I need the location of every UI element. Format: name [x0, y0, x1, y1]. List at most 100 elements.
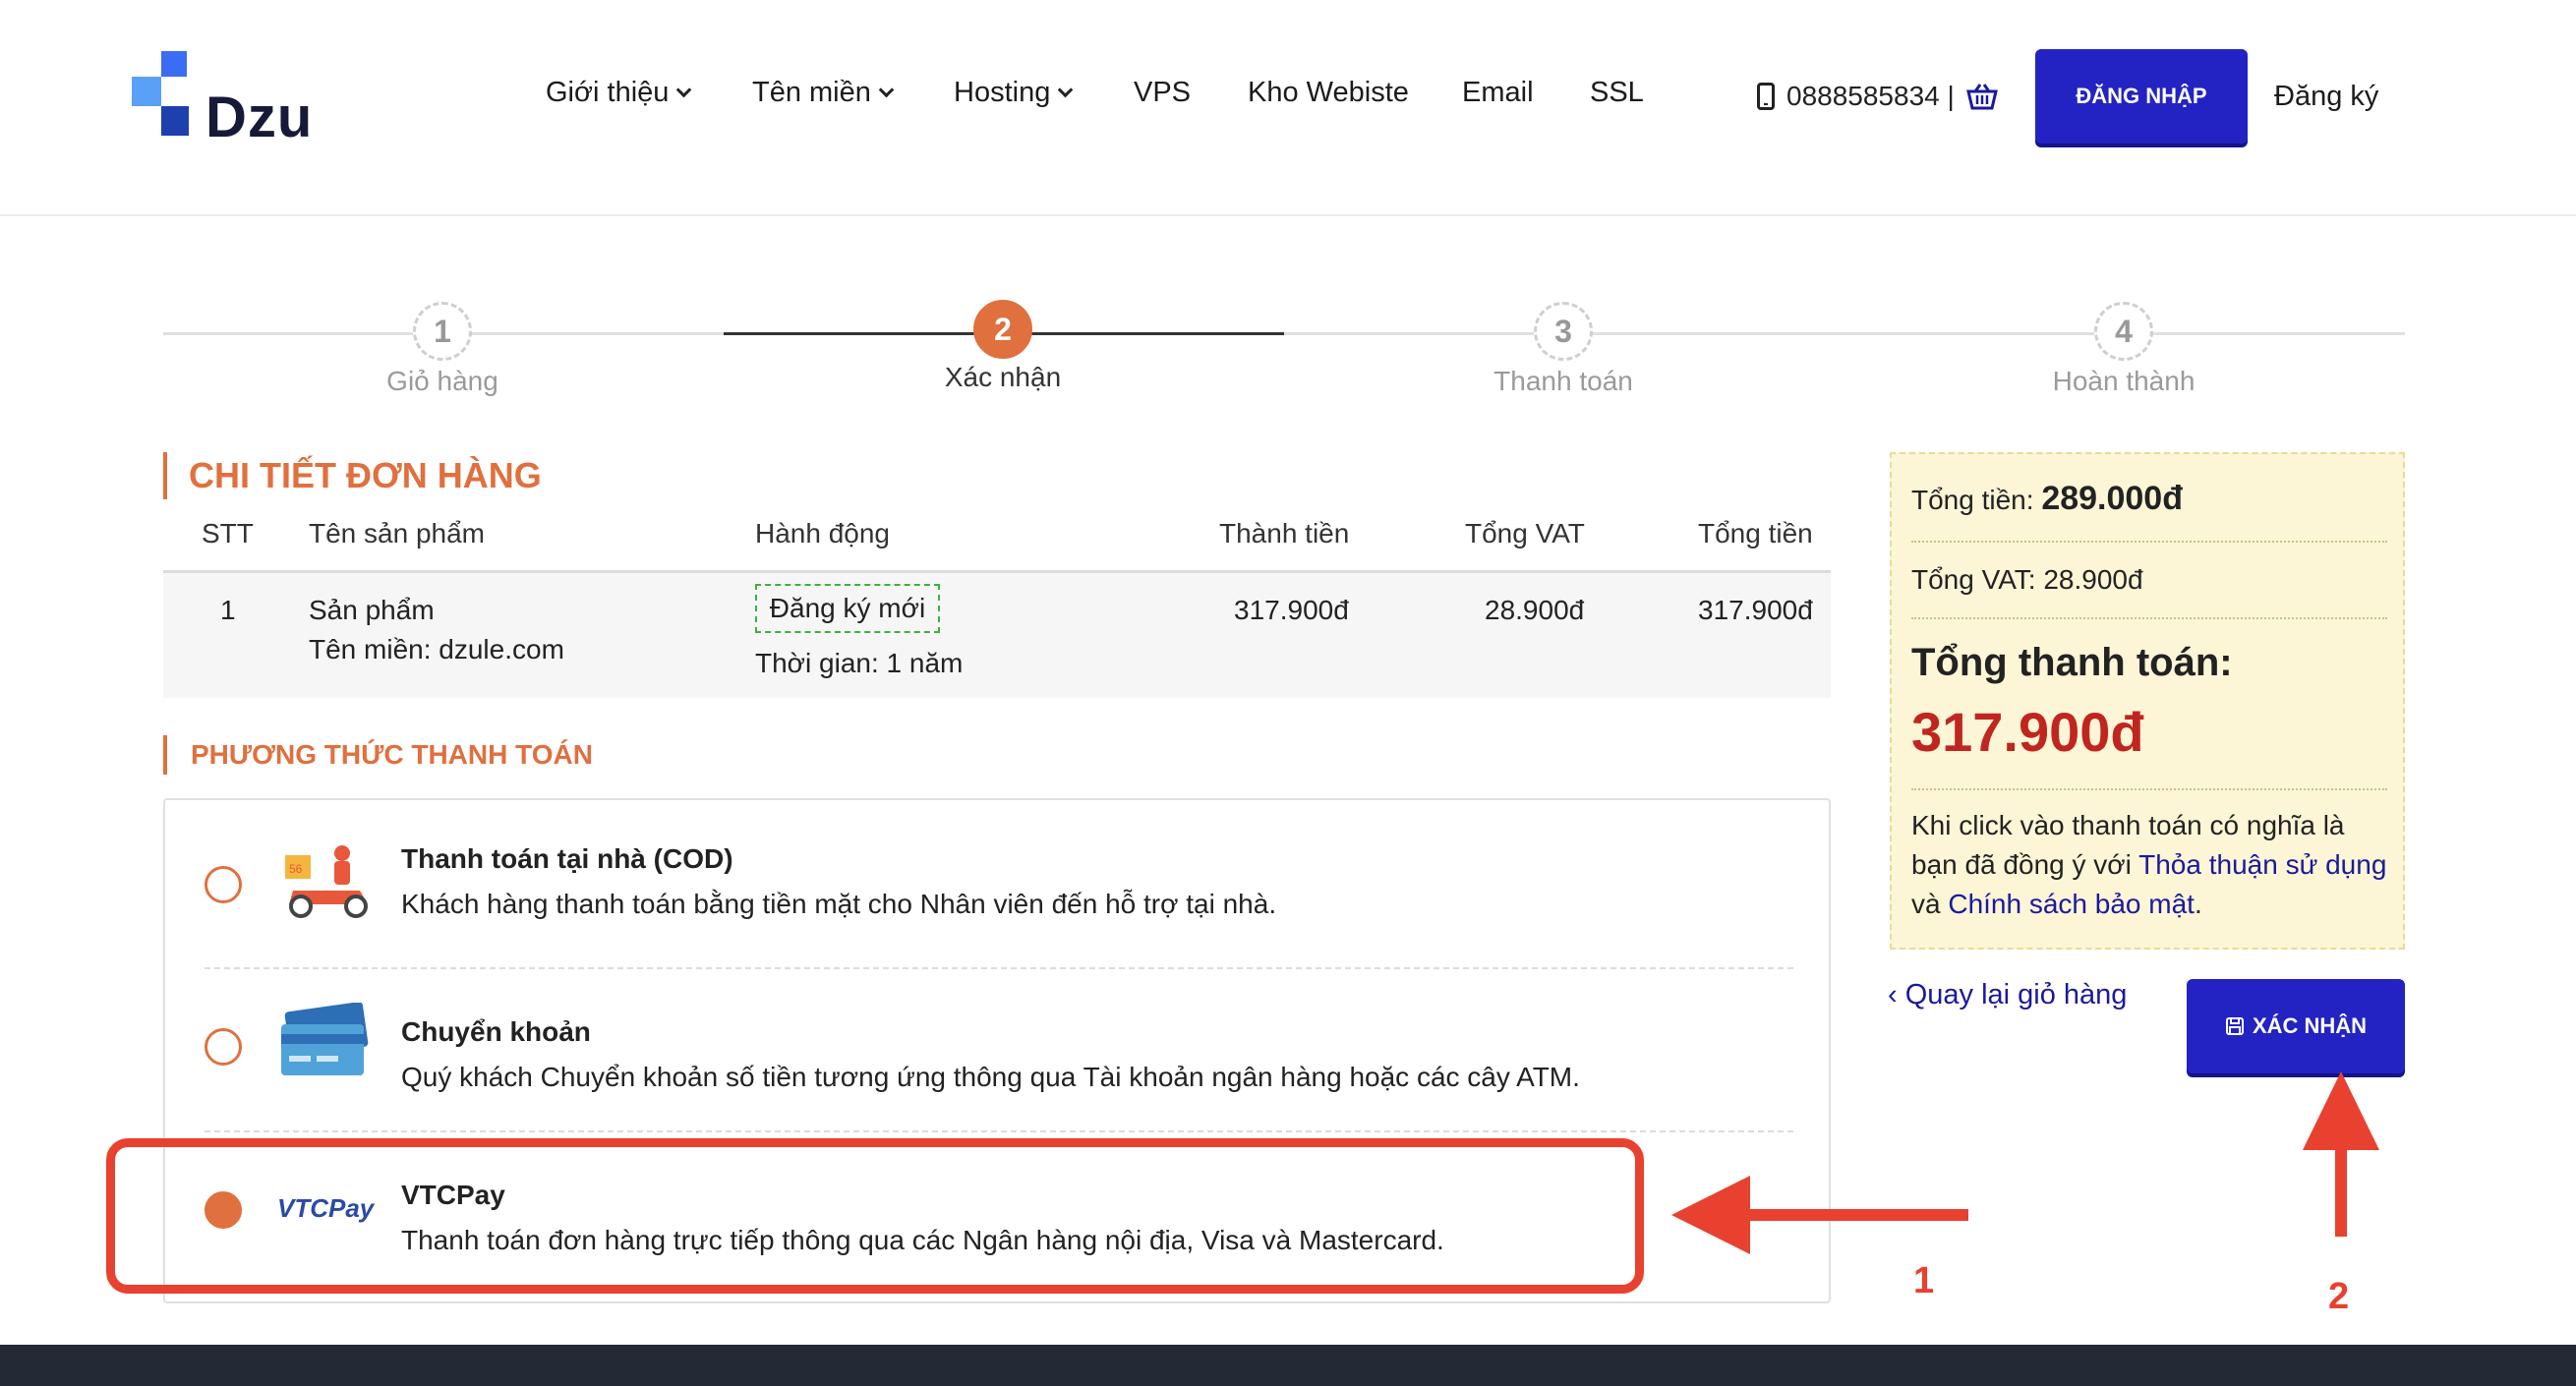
cell-stt: 1	[220, 595, 236, 625]
hotline[interactable]: 0888585834 |	[1757, 81, 1998, 112]
confirm-button-label: XÁC NHẬN	[2252, 1013, 2368, 1038]
privacy-link[interactable]: Chính sách bảo mật	[1948, 889, 2195, 919]
vtcpay-logo-icon: VTCPay	[277, 1193, 376, 1223]
register-link[interactable]: Đăng ký	[2274, 81, 2378, 113]
nav-item-ten-mien[interactable]: Tên miền	[752, 77, 895, 109]
annotation-number: 2	[2328, 1276, 2350, 1317]
arrow-left-annotation	[1671, 1176, 1968, 1254]
step-circle-4: 4	[2094, 302, 2153, 361]
divider	[1911, 541, 2387, 543]
payment-name: Chuyển khoản	[401, 1016, 591, 1047]
confirm-button[interactable]: XÁC NHẬN	[2187, 979, 2405, 1073]
divider	[1911, 788, 2387, 790]
radio-vtcpay[interactable]	[205, 1191, 242, 1229]
svg-text:56: 56	[289, 862, 303, 876]
nav-item-label: Email	[1462, 77, 1534, 108]
nav-item-label: VPS	[1134, 77, 1192, 108]
cell-product-detail: Tên miền: dzule.com	[309, 634, 564, 664]
nav-item-vps[interactable]: VPS	[1134, 77, 1191, 109]
step-circle-1: 1	[413, 302, 472, 361]
payment-desc: Khách hàng thanh toán bằng tiền mặt cho …	[401, 889, 1277, 919]
cell-duration: Thời gian: 1 năm	[755, 648, 964, 678]
divider	[205, 967, 1793, 969]
back-to-cart-link[interactable]: ‹ Quay lại giỏ hàng	[1888, 979, 2127, 1011]
brand-name: Dzu	[205, 86, 314, 149]
bank-card-icon	[281, 1003, 369, 1075]
nav-item-label: Tên miền	[752, 77, 871, 108]
nav-item-ssl[interactable]: SSL	[1590, 77, 1644, 109]
arrow-up-annotation	[2303, 1071, 2379, 1237]
svg-text:VTCPay: VTCPay	[277, 1193, 376, 1223]
payment-name: VTCPay	[401, 1180, 505, 1210]
column-header: Hành động	[755, 518, 891, 549]
summary-grand-value: 317.900đ	[1911, 701, 2144, 763]
column-header: Thành tiền	[1219, 518, 1350, 549]
save-icon	[2225, 1017, 2244, 1035]
annotation-number: 1	[1913, 1260, 1935, 1301]
payment-option-vtcpay[interactable]: VTCPay VTCPay Thanh toán đơn hàng trực t…	[165, 1136, 1833, 1298]
terms-note-text: .	[2194, 889, 2202, 919]
step-label-4: Hoàn thành	[2052, 366, 2195, 396]
order-summary: Tổng tiền: 289.000đ Tổng VAT: 28.900đ Tổ…	[1890, 452, 2405, 950]
phone-number: 0888585834 |	[1786, 81, 1955, 111]
payment-methods: 56 Thanh toán tại nhà (COD) Khách hàng t…	[163, 798, 1831, 1303]
step-circle-3: 3	[1534, 302, 1593, 361]
payment-desc: Thanh toán đơn hàng trực tiếp thông qua …	[401, 1225, 1444, 1255]
summary-vat: Tổng VAT: 28.900đ	[1911, 564, 2143, 595]
cell-total: 317.900đ	[1698, 595, 1813, 625]
summary-subtotal-label: Tổng tiền:	[1911, 485, 2034, 515]
divider	[1911, 617, 2387, 619]
step-label-3: Thanh toán	[1493, 366, 1633, 396]
nav-item-email[interactable]: Email	[1462, 77, 1534, 109]
cell-product: Sản phẩm	[309, 595, 435, 625]
nav-item-gioi-thieu[interactable]: Giới thiệu	[546, 77, 692, 109]
back-to-cart-label: Quay lại giỏ hàng	[1904, 979, 2128, 1011]
delivery-scooter-icon: 56	[285, 845, 368, 918]
chevron-down-icon	[676, 82, 692, 98]
nav-item-label: SSL	[1590, 77, 1644, 108]
logo-square	[132, 77, 161, 106]
chevron-left-icon: ‹	[1888, 979, 1905, 1011]
terms-link[interactable]: Thỏa thuận sử dụng	[2138, 849, 2386, 880]
step-label-2: Xác nhận	[944, 362, 1062, 392]
step-circle-2: 2	[973, 300, 1032, 359]
column-header: Tổng VAT	[1465, 518, 1585, 549]
logo-square	[161, 51, 187, 77]
payment-option-bank[interactable]: Chuyển khoản Quý khách Chuyển khoản số t…	[165, 973, 1833, 1134]
site-footer	[0, 1345, 2576, 1386]
nav-item-label: Giới thiệu	[546, 77, 670, 108]
divider	[205, 1130, 1793, 1132]
payment-name: Thanh toán tại nhà (COD)	[401, 843, 733, 874]
brand-logo[interactable]: Dzu	[132, 51, 348, 149]
cell-vat: 28.900đ	[1485, 595, 1585, 625]
cell-subtotal: 317.900đ	[1234, 595, 1349, 625]
payment-option-cod[interactable]: 56 Thanh toán tại nhà (COD) Khách hàng t…	[165, 800, 1833, 961]
action-badge: Đăng ký mới	[755, 584, 940, 633]
logo-square	[161, 106, 189, 136]
summary-grand-label: Tổng thanh toán:	[1911, 641, 2233, 684]
login-button[interactable]: ĐĂNG NHẬP	[2035, 49, 2248, 144]
nav-item-kho-website[interactable]: Kho Webiste	[1248, 77, 1409, 109]
nav-item-label: Kho Webiste	[1248, 77, 1409, 108]
column-header: Tên sản phẩm	[309, 518, 485, 549]
radio-cod[interactable]	[205, 866, 242, 903]
nav-item-hosting[interactable]: Hosting	[954, 77, 1074, 109]
site-header: Dzu Giới thiệu Tên miền Hosting VPS Kho …	[0, 0, 2576, 216]
column-header: Tổng tiền	[1698, 518, 1813, 549]
basket-icon[interactable]	[1965, 83, 1998, 110]
stepper-track	[1284, 332, 2405, 335]
terms-note-text: và	[1911, 889, 1949, 919]
payment-method-title: PHƯƠNG THỨC THANH TOÁN	[163, 735, 593, 775]
chevron-down-icon	[1058, 82, 1074, 98]
terms-note: Khi click vào thanh toán có nghĩa là bạn…	[1911, 806, 2387, 924]
summary-subtotal: Tổng tiền: 289.000đ	[1911, 480, 2183, 518]
mobile-phone-icon	[1757, 83, 1775, 110]
chevron-down-icon	[878, 82, 895, 98]
payment-desc: Quý khách Chuyển khoản số tiền tương ứng…	[401, 1062, 1580, 1092]
radio-bank[interactable]	[205, 1028, 242, 1066]
column-header: STT	[202, 518, 254, 549]
nav-item-label: Hosting	[954, 77, 1051, 108]
order-detail-title: CHI TIẾT ĐƠN HÀNG	[163, 452, 542, 499]
summary-subtotal-value: 289.000đ	[2041, 480, 2183, 517]
step-label-1: Giỏ hàng	[386, 366, 498, 396]
